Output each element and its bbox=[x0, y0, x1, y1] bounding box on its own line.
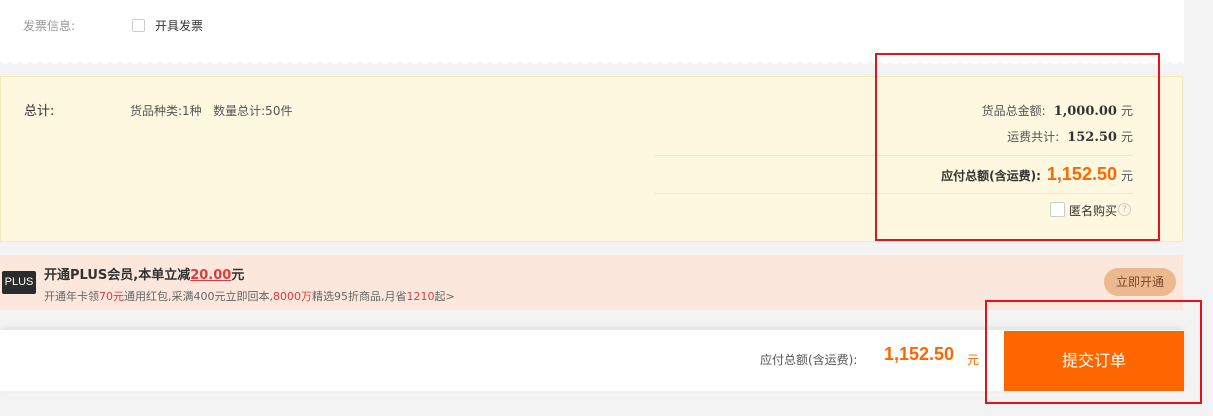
bottom-payable-value: 1,152.50 bbox=[884, 344, 955, 364]
plus-desc-highlight: 8000万 bbox=[273, 290, 312, 303]
summary-detail: 货品种类:1种 数量总计:50件 bbox=[130, 102, 292, 119]
plus-title-suffix: 元 bbox=[231, 268, 245, 283]
plus-activate-button[interactable]: 立即开通 bbox=[1104, 268, 1176, 296]
plus-logo: PLUS bbox=[2, 271, 36, 294]
plus-title-text: 开通PLUS会员,本单立减 bbox=[44, 268, 191, 283]
highlight-box-submit bbox=[985, 300, 1202, 404]
invoice-checkbox[interactable] bbox=[132, 19, 145, 32]
plus-desc-highlight: 70元 bbox=[99, 290, 124, 303]
highlight-box-totals bbox=[875, 53, 1160, 241]
item-kinds: 货品种类:1种 bbox=[130, 104, 202, 118]
plus-desc-link: 起> bbox=[434, 290, 455, 303]
plus-desc-text: 开通年卡领 bbox=[44, 290, 99, 303]
item-quantity: 数量总计:50件 bbox=[213, 104, 293, 118]
bottom-currency-unit: 元 bbox=[967, 353, 980, 367]
summary-label: 总计: bbox=[24, 104, 55, 119]
plus-desc-text: 精选95折商品,月省 bbox=[312, 290, 407, 303]
plus-description[interactable]: 开通年卡领70元通用红包,采满400元立即回本,8000万精选95折商品,月省1… bbox=[44, 288, 455, 304]
plus-desc-highlight: 1210 bbox=[406, 290, 435, 303]
plus-desc-text: 通用红包,采满400元立即回本, bbox=[124, 290, 273, 303]
invoice-option-label[interactable]: 开具发票 bbox=[155, 17, 203, 34]
bottom-payable-label: 应付总额(含运费): bbox=[760, 353, 858, 367]
plus-title: 开通PLUS会员,本单立减20.00元 bbox=[44, 264, 244, 283]
plus-discount-amount: 20.00 bbox=[190, 268, 232, 283]
invoice-label: 发票信息: bbox=[23, 19, 76, 33]
